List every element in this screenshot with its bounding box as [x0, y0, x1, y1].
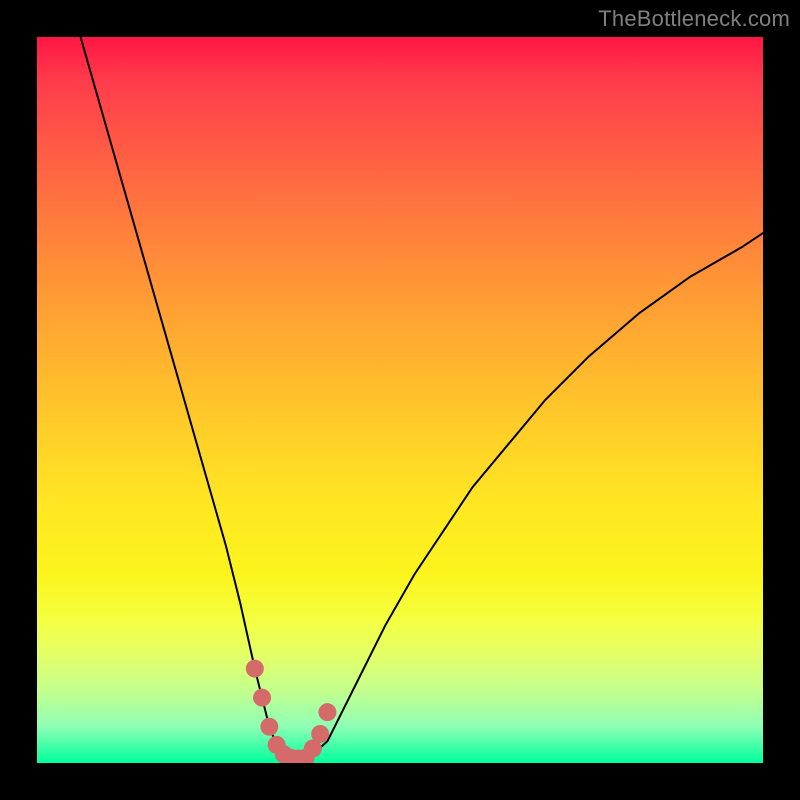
chart-frame: TheBottleneck.com: [0, 0, 800, 800]
highlight-marker: [246, 660, 264, 678]
highlight-marker: [318, 703, 336, 721]
highlight-markers: [246, 660, 337, 763]
highlight-marker: [311, 725, 329, 743]
highlight-marker: [253, 689, 271, 707]
chart-svg: [37, 37, 763, 763]
watermark-text: TheBottleneck.com: [598, 6, 790, 32]
bottleneck-curve: [81, 37, 763, 759]
highlight-marker: [260, 718, 278, 736]
